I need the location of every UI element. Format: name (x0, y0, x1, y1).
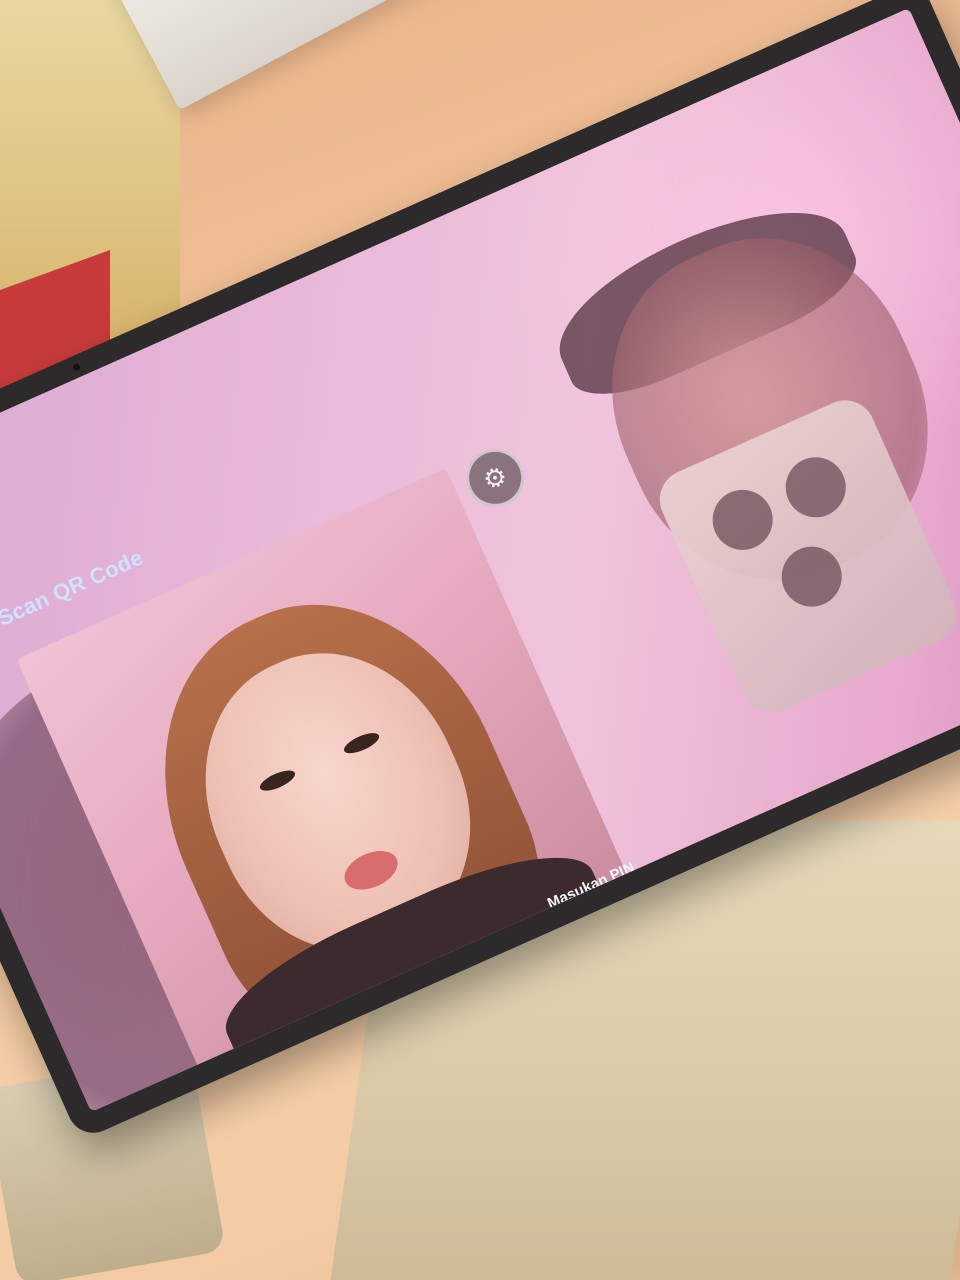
camera-settings-button[interactable]: ⚙ (456, 439, 534, 517)
front-camera-icon (71, 362, 82, 372)
phone-lens-icon (703, 480, 783, 560)
phone-lens-icon (772, 537, 852, 617)
gear-icon: ⚙ (478, 458, 512, 496)
photo-scene: Scan QR Code ⚙ Masukan PIN CHECK (0, 0, 960, 1280)
phone-lens-icon (776, 447, 856, 527)
